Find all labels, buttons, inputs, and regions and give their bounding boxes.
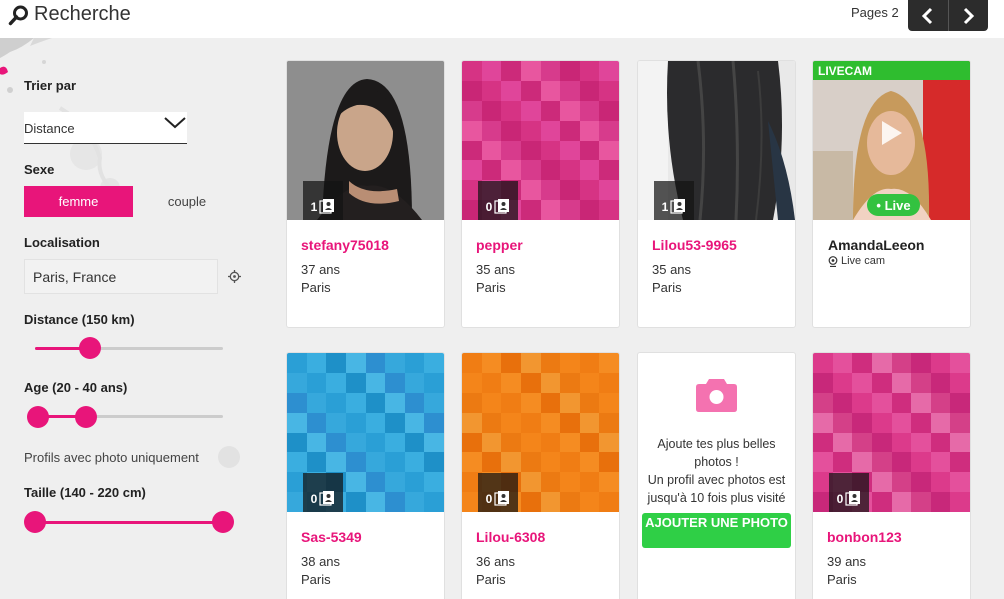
photo-count-icon [670,199,686,214]
pager [908,0,988,31]
profile-city: Paris [476,280,506,295]
profile-age: 35 ans [476,262,516,277]
photo-only-label: Profils avec photo uniquement [24,450,199,465]
profile-name[interactable]: Lilou-6308 [476,529,545,545]
profile-name[interactable]: pepper [476,237,523,253]
photo-count: 0 [836,492,844,506]
profile-city: Paris [652,280,682,295]
photo-count-icon [319,491,335,506]
distance-slider-handle[interactable] [79,337,101,359]
profile-age: 39 ans [827,554,867,569]
webcam-icon [828,255,838,267]
photo-count-badge: 1 [303,181,343,220]
profile-card[interactable]: 0 pepper 35 ans Paris [461,60,620,328]
chevron-right-icon [964,7,975,24]
photo-count-badge: 1 [654,181,694,220]
profile-card[interactable]: 1 stefany75018 37 ans Paris [286,60,445,328]
livecam-name[interactable]: AmandaLeeon [828,237,924,253]
live-status-pill: • Live [867,194,920,216]
profile-city: Paris [301,572,331,587]
promo-text: Ajoute tes plus belles photos ! Un profi… [638,435,795,507]
photo-count: 0 [310,492,318,506]
profile-card[interactable]: 0 Lilou-6308 36 ans Paris [461,352,620,599]
profile-card[interactable]: 1 Lilou53-9965 35 ans Paris [637,60,796,328]
photo-count-badge: 0 [303,473,343,512]
photo-count-icon [494,491,510,506]
photo-count-badge: 0 [478,473,518,512]
next-page-button[interactable] [949,0,989,31]
sex-option-couple[interactable]: couple [135,186,239,217]
photo-count: 1 [661,200,669,214]
profile-age: 35 ans [652,262,692,277]
profile-name[interactable]: stefany75018 [301,237,389,253]
play-icon[interactable] [877,119,905,147]
location-label: Localisation [24,235,100,250]
camera-icon [696,379,737,412]
age-label: Age (20 - 40 ans) [24,380,128,395]
distance-label: Distance (150 km) [24,312,135,327]
top-bar: Recherche Pages 2 [0,0,1004,38]
photo-count-icon [319,199,335,214]
photo-only-toggle[interactable] [218,446,240,468]
livecam-card[interactable]: LIVECAM • Live AmandaLeeon Live cam [812,60,971,328]
height-label: Taille (140 - 220 cm) [24,485,146,500]
photo-count: 1 [310,200,318,214]
search-icon [8,5,28,25]
profile-city: Paris [827,572,857,587]
filter-sidebar: Trier par Distance Sexe femme couple Loc… [0,38,270,599]
height-slider-max-handle[interactable] [212,511,234,533]
sort-select-value: Distance [24,121,75,136]
page-title: Recherche [34,3,131,25]
profile-card[interactable]: 0 Sas-5349 38 ans Paris [286,352,445,599]
page-title-group: Recherche [8,3,131,26]
livecam-subtitle-text: Live cam [841,255,886,267]
pages-label: Pages 2 [851,5,899,20]
sex-label: Sexe [24,162,55,177]
location-input[interactable]: Paris, France [24,259,218,294]
profile-card[interactable]: 0 bonbon123 39 ans Paris [812,352,971,599]
add-photo-promo-card: Ajoute tes plus belles photos ! Un profi… [637,352,796,599]
profile-city: Paris [476,572,506,587]
photo-count: 0 [485,492,493,506]
add-photo-button[interactable]: AJOUTER UNE PHOTO [642,513,791,548]
livecam-subtitle: Live cam [828,255,885,267]
photo-count: 0 [485,200,493,214]
photo-count-badge: 0 [829,473,869,512]
photo-count-icon [845,491,861,506]
target-icon[interactable] [228,270,241,283]
chevron-left-icon [921,7,932,24]
chevron-down-icon [164,117,186,129]
age-slider-min-handle[interactable] [27,406,49,428]
profile-name[interactable]: bonbon123 [827,529,902,545]
height-slider-min-handle[interactable] [24,511,46,533]
promo-text-line1: Ajoute tes plus belles photos ! [657,437,776,469]
profile-age: 36 ans [476,554,516,569]
sex-option-femme[interactable]: femme [24,186,133,217]
profile-age: 37 ans [301,262,341,277]
profile-age: 38 ans [301,554,341,569]
sort-label: Trier par [24,78,77,93]
profile-name[interactable]: Sas-5349 [301,529,362,545]
profile-city: Paris [301,280,331,295]
promo-text-line2: Un profil avec photos est jusqu'à 10 foi… [647,473,786,505]
previous-page-button[interactable] [908,0,948,31]
sort-select[interactable]: Distance [24,112,187,144]
livecam-tag: LIVECAM [813,61,970,80]
profile-name[interactable]: Lilou53-9965 [652,237,737,253]
photo-count-icon [494,199,510,214]
height-slider-track[interactable] [35,521,223,524]
photo-count-badge: 0 [478,181,518,220]
age-slider-max-handle[interactable] [75,406,97,428]
